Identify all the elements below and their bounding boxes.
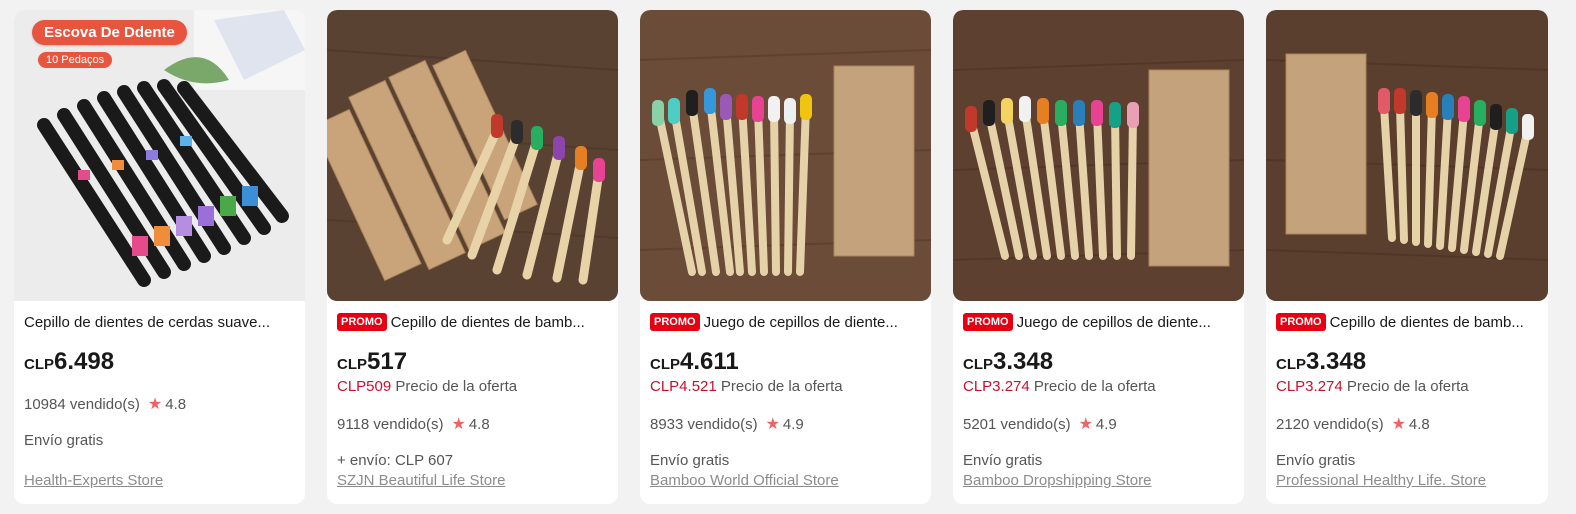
rating-value: 4.9 (1095, 415, 1117, 433)
sales-rating: 8933 vendido(s) ★ 4.9 (650, 414, 804, 434)
sales-rating: 9118 vendido(s) ★ 4.8 (337, 414, 490, 434)
offer-label: Precio de la oferta (1033, 378, 1156, 395)
price-currency: CLP (1276, 356, 1306, 373)
product-card[interactable]: PROMO Cepillo de dientes de bamb... CLP5… (327, 10, 618, 504)
sales-rating: 10984 vendido(s) ★ 4.8 (24, 394, 186, 414)
product-title[interactable]: Juego de cepillos de diente... (1017, 314, 1211, 331)
price-value: 3.348 (1306, 348, 1367, 375)
product-title[interactable]: Cepillo de dientes de bamb... (391, 314, 585, 331)
product-title-row[interactable]: Cepillo de dientes de cerdas suave... (24, 312, 295, 332)
price-currency: CLP (963, 356, 993, 373)
shipping-info: Envío gratis (963, 452, 1043, 469)
product-image[interactable] (953, 10, 1244, 301)
product-image[interactable] (327, 10, 618, 301)
offer-price-row: CLP3.274 Precio de la oferta (963, 378, 1156, 395)
offer-price: CLP509 (337, 378, 392, 395)
product-title-row[interactable]: PROMO Cepillo de dientes de bamb... (337, 312, 608, 332)
shipping-info: Envío gratis (24, 432, 104, 449)
star-icon: ★ (765, 416, 780, 433)
sold-count: 9118 vendido(s) (337, 415, 444, 433)
product-card[interactable]: PROMO Juego de cepillos de diente... CLP… (640, 10, 931, 504)
store-link[interactable]: Professional Healthy Life. Store (1276, 472, 1486, 489)
product-title[interactable]: Cepillo de dientes de bamb... (1330, 314, 1524, 331)
store-link[interactable]: SZJN Beautiful Life Store (337, 472, 505, 489)
offer-price: CLP4.521 (650, 378, 717, 395)
product-title[interactable]: Juego de cepillos de diente... (704, 314, 898, 331)
price-value: 517 (367, 348, 408, 375)
star-icon: ★ (451, 416, 466, 433)
rating-value: 4.8 (468, 415, 490, 433)
product-price: CLP3.348 (1276, 348, 1366, 376)
store-link[interactable]: Health-Experts Store (24, 472, 163, 489)
shipping-info: Envío gratis (1276, 452, 1356, 469)
product-price: CLP4.611 (650, 348, 739, 376)
product-image[interactable] (1266, 10, 1548, 301)
product-title-row[interactable]: PROMO Juego de cepillos de diente... (650, 312, 921, 332)
product-image[interactable]: Escova De Ddente 10 Pedaços (14, 10, 305, 301)
offer-price-row: CLP4.521 Precio de la oferta (650, 378, 843, 395)
bamboo-toothbrush-set-photo (953, 10, 1244, 301)
sold-count: 2120 vendido(s) (1276, 415, 1384, 433)
price-value: 3.348 (993, 348, 1054, 375)
product-card[interactable]: Escova De Ddente 10 Pedaços Cepillo de d… (14, 10, 305, 504)
offer-price: CLP3.274 (963, 378, 1030, 395)
price-currency: CLP (337, 356, 367, 373)
offer-label: Precio de la oferta (1346, 378, 1469, 395)
product-title-row[interactable]: PROMO Juego de cepillos de diente... (963, 312, 1234, 332)
sales-rating: 2120 vendido(s) ★ 4.8 (1276, 414, 1430, 434)
price-currency: CLP (24, 356, 54, 373)
promo-badge: PROMO (337, 313, 387, 331)
offer-label: Precio de la oferta (720, 378, 843, 395)
bamboo-toothbrush-set-photo (1266, 10, 1548, 301)
product-title-row[interactable]: PROMO Cepillo de dientes de bamb... (1276, 312, 1538, 332)
sold-count: 5201 vendido(s) (963, 415, 1071, 433)
shipping-info: + envío: CLP 607 (337, 452, 454, 469)
product-price: CLP6.498 (24, 348, 114, 376)
promo-badge: PROMO (1276, 313, 1326, 331)
sold-count: 10984 vendido(s) (24, 395, 140, 413)
product-title[interactable]: Cepillo de dientes de cerdas suave... (24, 314, 270, 331)
star-icon: ★ (1078, 416, 1093, 433)
product-image[interactable] (640, 10, 931, 301)
rating-value: 4.9 (782, 415, 804, 433)
bamboo-toothbrush-wrapped-photo (327, 10, 618, 301)
price-currency: CLP (650, 356, 680, 373)
rating-value: 4.8 (165, 395, 187, 413)
offer-price-row: CLP509 Precio de la oferta (337, 378, 517, 395)
bamboo-toothbrush-set-photo (640, 10, 931, 301)
product-price: CLP517 (337, 348, 407, 376)
product-card[interactable]: PROMO Cepillo de dientes de bamb... CLP3… (1266, 10, 1548, 504)
offer-price: CLP3.274 (1276, 378, 1343, 395)
rating-value: 4.8 (1408, 415, 1430, 433)
shipping-info: Envío gratis (650, 452, 730, 469)
star-icon: ★ (1391, 416, 1406, 433)
store-link[interactable]: Bamboo World Official Store (650, 472, 839, 489)
sold-count: 8933 vendido(s) (650, 415, 758, 433)
offer-price-row: CLP3.274 Precio de la oferta (1276, 378, 1469, 395)
star-icon: ★ (147, 396, 163, 413)
product-grid: Escova De Ddente 10 Pedaços Cepillo de d… (14, 10, 1562, 504)
offer-label: Precio de la oferta (395, 378, 518, 395)
promo-badge: PROMO (650, 313, 700, 331)
price-value: 6.498 (54, 348, 115, 375)
product-card[interactable]: PROMO Juego de cepillos de diente... CLP… (953, 10, 1244, 504)
image-badge: Escova De Ddente (32, 20, 187, 45)
promo-badge: PROMO (963, 313, 1013, 331)
product-price: CLP3.348 (963, 348, 1053, 376)
price-value: 4.611 (680, 348, 739, 375)
sales-rating: 5201 vendido(s) ★ 4.9 (963, 414, 1117, 434)
store-link[interactable]: Bamboo Dropshipping Store (963, 472, 1151, 489)
image-badge-sub: 10 Pedaços (38, 52, 113, 68)
